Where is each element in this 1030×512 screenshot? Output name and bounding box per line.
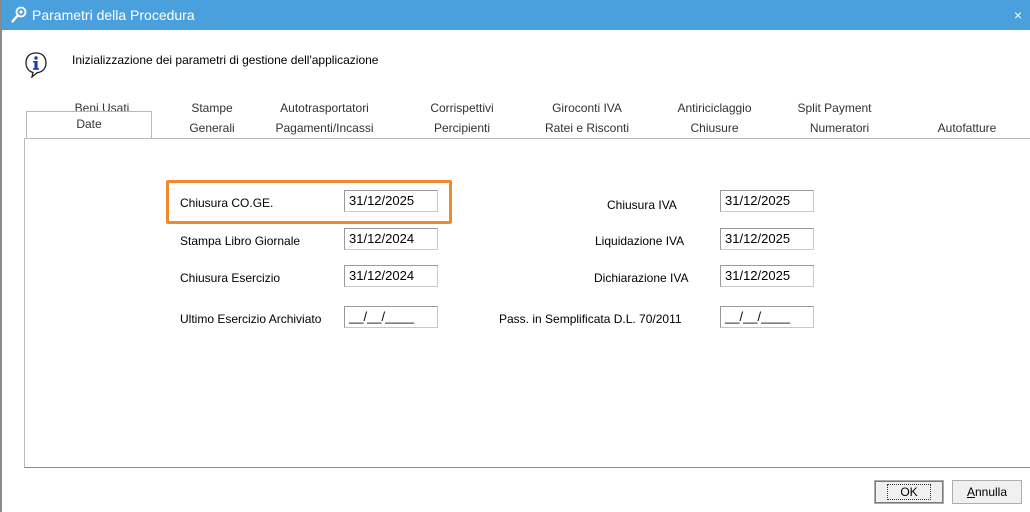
info-description: Inizializzazione dei parametri di gestio… [72,53,379,67]
tab-percipienti[interactable]: Percipienti [417,119,507,137]
tab-numeratori[interactable]: Numeratori [772,119,907,137]
label-chiusura-esercizio: Chiusura Esercizio [180,271,281,285]
label-chiusura-iva: Chiusura IVA [607,198,677,212]
ok-button[interactable]: OK [874,480,944,504]
dialog-window: Parametri della Procedura × Inizializzaz… [0,0,1030,512]
close-button[interactable]: × [1004,0,1030,30]
cancel-button[interactable]: Annulla [952,480,1022,504]
tab-pagamenti-incassi[interactable]: Pagamenti/Incassi [257,119,392,137]
highlight-box [166,180,452,224]
label-ultimo-esercizio-archiviato: Ultimo Esercizio Archiviato [180,312,322,326]
input-ultimo-esercizio-archiviato[interactable]: __/__/____ [344,306,438,328]
wrench-icon [11,6,27,23]
window-title: Parametri della Procedura [32,7,195,23]
title-bar[interactable]: Parametri della Procedura × [2,0,1030,30]
input-liquidazione-iva[interactable]: 31/12/2025 [720,228,814,250]
tab-autofatture[interactable]: Autofatture [902,119,1030,137]
label-pass-semplificata: Pass. in Semplificata D.L. 70/2011 [499,312,682,326]
tab-split-payment[interactable]: Split Payment [782,99,887,117]
tab-autotrasportatori[interactable]: Autotrasportatori [257,99,392,117]
tab-antiriciclaggio[interactable]: Antiriciclaggio [657,99,772,117]
tab-stampe[interactable]: Stampe [177,99,247,117]
label-stampa-libro-giornale: Stampa Libro Giornale [180,234,301,248]
tab-corrispettivi[interactable]: Corrispettivi [417,99,507,117]
input-stampa-libro-giornale[interactable]: 31/12/2024 [344,228,438,250]
tab-chiusure[interactable]: Chiusure [657,119,772,137]
info-icon [25,52,47,78]
input-chiusura-iva[interactable]: 31/12/2025 [720,190,814,212]
label-dichiarazione-iva: Dichiarazione IVA [594,271,689,285]
tab-giroconti-iva[interactable]: Giroconti IVA [532,99,642,117]
label-liquidazione-iva: Liquidazione IVA [595,234,685,248]
ok-button-label: OK [887,484,931,500]
tab-generali[interactable]: Generali [177,119,247,137]
tab-ratei-risconti[interactable]: Ratei e Risconti [532,119,642,137]
input-dichiarazione-iva[interactable]: 31/12/2025 [720,265,814,287]
input-chiusura-esercizio[interactable]: 31/12/2024 [344,265,438,287]
input-pass-semplificata[interactable]: __/__/____ [720,306,814,328]
tab-date[interactable]: Date [26,111,152,139]
